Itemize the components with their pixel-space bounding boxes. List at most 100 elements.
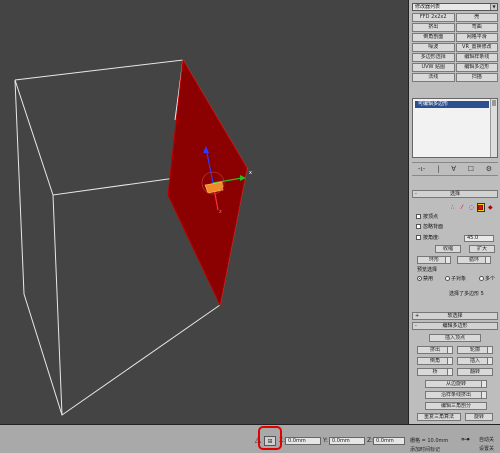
bridge-button[interactable]: 桥	[417, 368, 453, 376]
border-icon[interactable]: ◌	[468, 203, 475, 212]
scrollbar-thumb[interactable]	[492, 100, 496, 106]
polygon-icon[interactable]	[476, 202, 485, 212]
checkbox-box	[416, 235, 421, 240]
modifier-list-value: 修改器列表	[415, 4, 441, 10]
make-unique-icon[interactable]: ∀	[451, 165, 456, 173]
extrude-along-spline-button[interactable]: 沿样条线挤出	[425, 391, 487, 399]
modifier-button[interactable]: FFD 2x2x2	[412, 13, 455, 22]
modifier-button[interactable]: 噪波	[412, 43, 455, 52]
stack-toolbar: -ι- | ∀ ☐ ⚙	[412, 162, 498, 176]
button-label: 插入	[469, 358, 480, 364]
preview-multi-radio[interactable]: 多个	[479, 276, 495, 283]
by-angle-checkbox[interactable]: 按角度:	[416, 235, 440, 242]
rollout-edit-polygons-header[interactable]: - 编辑多边形	[412, 322, 498, 330]
y-coordinate-field[interactable]: 0.0mm	[329, 437, 365, 445]
modifier-button[interactable]: 多边形选择	[412, 53, 455, 62]
settings-icon[interactable]	[481, 381, 486, 387]
preview-subobject-radio[interactable]: 子对象	[445, 276, 466, 283]
key-icon[interactable]: ⊶	[461, 435, 470, 445]
expand-icon: +	[415, 313, 420, 319]
edit-triangulation-button[interactable]: 编辑三角剖分	[425, 402, 487, 410]
rollout-selection-header[interactable]: - 选择	[412, 190, 498, 198]
loop-button[interactable]: 循环	[457, 256, 491, 264]
pin-stack-icon[interactable]: -ι-	[418, 165, 425, 173]
ignore-backfacing-checkbox[interactable]: 忽略背面	[416, 224, 443, 231]
viewport-perspective[interactable]: x z	[0, 0, 408, 424]
settings-icon[interactable]	[487, 358, 492, 364]
button-label: 从边旋转	[445, 381, 466, 387]
modifier-button[interactable]: 扫描	[455, 73, 498, 82]
vertex-icon[interactable]: ∴	[449, 203, 456, 212]
modifier-button[interactable]: 网格平滑	[455, 33, 498, 42]
settings-icon[interactable]	[481, 392, 486, 398]
viewport-scene: x z	[14, 58, 252, 416]
by-vertex-checkbox[interactable]: 按顶点	[416, 214, 438, 221]
x-coordinate-field[interactable]: 0.0mm	[285, 437, 321, 445]
auto-key-button[interactable]: 自动关	[479, 437, 494, 443]
preview-selection-label: 预览选择	[417, 267, 438, 273]
radio-label: 禁用	[423, 276, 434, 282]
angle-spinner[interactable]: 45.0	[464, 235, 494, 242]
rollout-title: 选择	[449, 191, 460, 197]
checkbox-box	[416, 214, 421, 219]
settings-icon[interactable]	[487, 347, 492, 353]
modifier-button[interactable]: 壳	[455, 13, 498, 22]
settings-icon[interactable]	[447, 347, 452, 353]
grow-button[interactable]: 扩大	[469, 245, 495, 253]
rollout-title: 编辑多边形	[442, 323, 468, 329]
retriangulate-button[interactable]: 重复三角算法	[417, 413, 461, 421]
highlight-circle	[258, 426, 282, 450]
modifier-button[interactable]: 倒角剖面	[412, 33, 455, 42]
hinge-from-edge-button[interactable]: 从边旋转	[425, 380, 487, 388]
add-time-tag-button[interactable]: 添加时间标记	[410, 447, 440, 453]
modifier-button[interactable]: UVW 贴图	[412, 63, 455, 72]
spinner-arrows-icon[interactable]	[485, 257, 490, 263]
configure-modifier-sets-icon[interactable]: ⚙	[486, 165, 492, 173]
settings-icon[interactable]	[447, 358, 452, 364]
modifier-button[interactable]: 法线	[412, 73, 455, 82]
modifier-stack: 可编辑多边形	[412, 98, 498, 158]
remove-modifier-icon[interactable]: ☐	[468, 165, 474, 173]
settings-icon[interactable]	[447, 369, 452, 375]
chevron-down-icon[interactable]: ▼	[490, 4, 497, 10]
rollout-title: 软选择	[447, 313, 463, 319]
radio-label: 子对象	[451, 276, 467, 282]
modifier-button[interactable]: 编辑样条线	[455, 53, 498, 62]
edge-icon[interactable]: ⁄	[458, 203, 465, 212]
button-label: 倒角	[429, 358, 440, 364]
outline-button[interactable]: 轮廓	[457, 346, 493, 354]
z-coordinate-field[interactable]: 0.0mm	[373, 437, 405, 445]
checkbox-box	[416, 224, 421, 229]
collapse-icon: -	[415, 191, 417, 197]
element-icon[interactable]: ◆	[487, 203, 494, 212]
modifier-button[interactable]: 挤出	[412, 23, 455, 32]
selection-status-text: 选择了多边形 5	[449, 291, 484, 297]
stack-item-editable-poly[interactable]: 可编辑多边形	[415, 101, 489, 108]
checkbox-label: 按角度:	[423, 235, 440, 241]
inset-button[interactable]: 插入	[457, 357, 493, 365]
stack-item-label: 可编辑多边形	[418, 101, 449, 107]
show-end-result-icon[interactable]: |	[437, 165, 439, 173]
y-coordinate-label: Y:	[323, 437, 328, 444]
modifier-list-dropdown[interactable]: 修改器列表 ▼	[412, 3, 498, 11]
selected-polygon-face[interactable]	[167, 58, 248, 307]
flip-button[interactable]: 翻转	[457, 368, 493, 376]
set-key-button[interactable]: 设置关	[479, 446, 494, 452]
stack-scrollbar[interactable]	[490, 99, 497, 157]
extrude-button[interactable]: 挤出	[417, 346, 453, 354]
modifier-button[interactable]: 编辑多边形	[455, 63, 498, 72]
shrink-button[interactable]: 收缩	[435, 245, 461, 253]
preview-disable-radio[interactable]: 禁用	[417, 276, 433, 283]
modify-panel: 修改器列表 ▼ FFD 2x2x2 壳 挤出 弯曲 倒角剖面 网格平滑 噪波 V…	[408, 0, 500, 424]
insert-vertex-button[interactable]: 插入顶点	[429, 334, 481, 342]
modifier-button[interactable]: 弯曲	[455, 23, 498, 32]
bevel-button[interactable]: 倒角	[417, 357, 453, 365]
button-label: 挤出	[429, 347, 440, 353]
spinner-arrows-icon[interactable]	[445, 257, 450, 263]
grid-size-text: 栅格 = 10.0mm	[410, 438, 449, 444]
turn-button[interactable]: 旋转	[465, 413, 493, 421]
button-label: 轮廓	[469, 347, 480, 353]
rollout-soft-selection-header[interactable]: + 软选择	[412, 312, 498, 320]
modifier-button[interactable]: VR_置换修改	[455, 43, 498, 52]
ring-button[interactable]: 环形	[417, 256, 451, 264]
